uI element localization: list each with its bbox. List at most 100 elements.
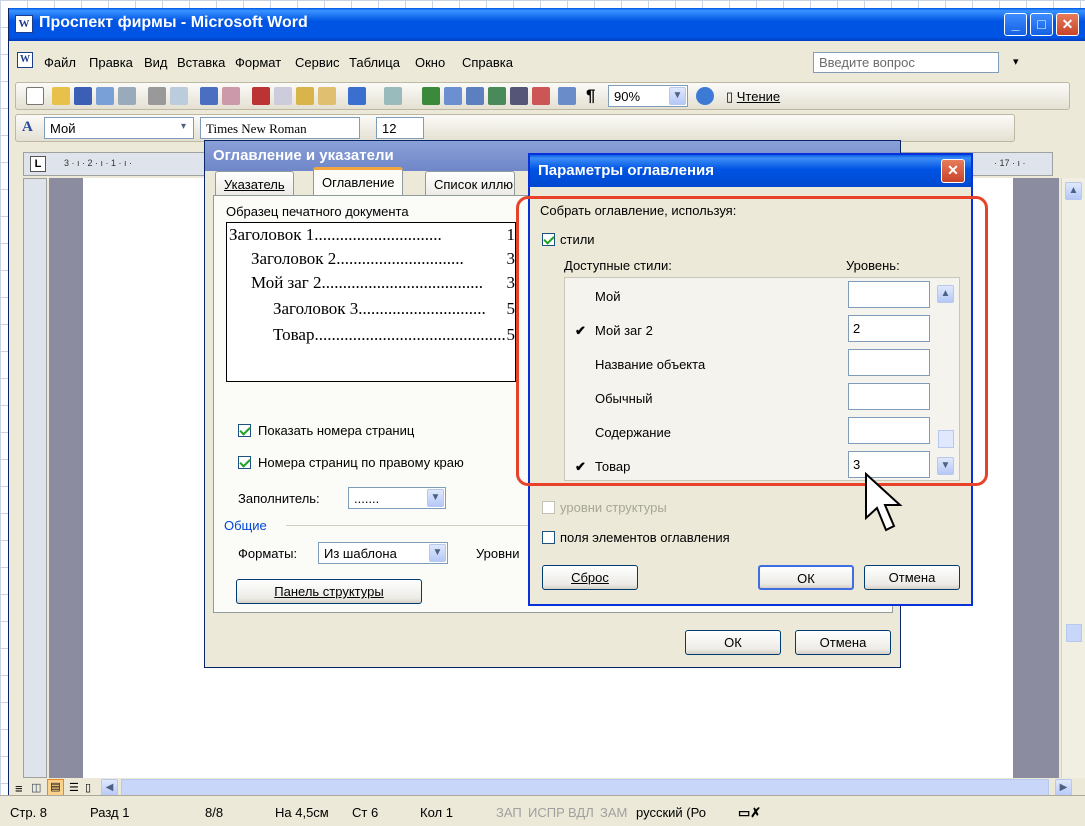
menu-format[interactable]: Формат — [235, 55, 281, 70]
menu-tools[interactable]: Сервис — [295, 55, 340, 70]
redo-icon[interactable] — [384, 87, 402, 105]
show-page-numbers-checkbox[interactable] — [238, 424, 251, 437]
outline-levels-checkbox[interactable] — [542, 501, 555, 514]
normal-view-icon[interactable]: ≡ — [15, 781, 23, 796]
menu-file[interactable]: Файл — [44, 55, 76, 70]
scroll-up-icon[interactable]: ▲ — [1065, 182, 1082, 200]
open-icon[interactable] — [52, 87, 70, 105]
font-select[interactable]: Times New Roman — [200, 117, 360, 139]
email-icon[interactable] — [118, 87, 136, 105]
permission-icon[interactable] — [96, 87, 114, 105]
leader-dropdown-icon[interactable]: ▼ — [427, 489, 444, 507]
styles-formatting-icon[interactable]: A — [22, 119, 33, 136]
word-app-icon: W — [15, 15, 33, 33]
tab-toc-label: Оглавление — [322, 175, 395, 190]
close-window-button[interactable]: ✕ — [1056, 13, 1079, 36]
drawing-icon[interactable] — [532, 87, 550, 105]
insert-table-icon[interactable] — [466, 87, 484, 105]
tab-index[interactable]: Указатель — [215, 171, 294, 195]
tab-figures[interactable]: Список иллю — [425, 171, 515, 195]
reading-label: Чтение — [736, 89, 781, 104]
web-view-icon[interactable]: ◫ — [31, 781, 41, 794]
vertical-ruler[interactable] — [23, 178, 47, 778]
toc-ok-button[interactable]: ОК — [685, 630, 781, 655]
minimize-button[interactable]: _ — [1004, 13, 1027, 36]
style-dropdown-icon[interactable]: ▾ — [175, 119, 192, 137]
font-size-select[interactable]: 12 — [376, 117, 424, 139]
insert-excel-icon[interactable] — [488, 87, 506, 105]
outline-toolbar-button[interactable]: Панель структуры — [236, 579, 422, 604]
pilcrow-icon[interactable]: ¶ — [586, 86, 595, 106]
paste-icon[interactable] — [296, 87, 314, 105]
preview-line: Заголовок 2.............................… — [251, 249, 515, 269]
save-icon[interactable] — [74, 87, 92, 105]
ask-question-input[interactable]: Введите вопрос — [813, 52, 999, 73]
print-view-icon[interactable]: ▤ — [47, 779, 64, 796]
options-ok-button[interactable]: ОК — [758, 565, 854, 590]
formats-value: Из шаблона — [324, 546, 397, 561]
doc-icon[interactable]: W — [17, 52, 33, 68]
tab-toc[interactable]: Оглавление — [313, 167, 404, 195]
options-close-button[interactable]: ✕ — [941, 159, 965, 183]
scroll-thumb[interactable] — [1066, 624, 1082, 642]
zoom-dropdown-icon[interactable]: ▼ — [669, 87, 686, 105]
tables-borders-icon[interactable] — [444, 87, 462, 105]
copy-icon[interactable] — [274, 87, 292, 105]
tab-index-label: Указатель — [224, 177, 285, 192]
preview-line: Мой заг 2...............................… — [251, 273, 515, 293]
font-size-value: 12 — [382, 121, 397, 136]
formats-select[interactable]: Из шаблона ▼ — [318, 542, 448, 564]
undo-icon[interactable] — [348, 87, 366, 105]
highlight-frame — [516, 196, 988, 486]
outline-view-icon[interactable]: ☰ — [69, 781, 79, 794]
formatting-toolbar: A Мой ▾ Times New Roman 12 — [15, 114, 1015, 142]
print-preview: Заголовок 1.............................… — [226, 222, 516, 382]
help-icon[interactable] — [696, 87, 714, 105]
menu-edit[interactable]: Правка — [89, 55, 133, 70]
ruler-numbers: 3 · ı · 2 · ı · 1 · ı · — [64, 158, 133, 168]
maximize-button[interactable]: □ — [1030, 13, 1053, 36]
print-preview-icon[interactable] — [170, 87, 188, 105]
menu-insert[interactable]: Вставка — [177, 55, 225, 70]
cut-icon[interactable] — [252, 87, 270, 105]
preview-line: Заголовок 1.............................… — [229, 225, 515, 245]
zoom-select[interactable]: 90% ▼ — [608, 85, 688, 107]
document-map-icon[interactable] — [558, 87, 576, 105]
leader-select[interactable]: ....... ▼ — [348, 487, 446, 509]
style-select[interactable]: Мой ▾ — [44, 117, 194, 139]
reset-button[interactable]: Сброс — [542, 565, 638, 590]
status-at: На 4,5см — [275, 805, 329, 820]
vertical-scrollbar[interactable]: ▲ — [1061, 178, 1085, 778]
print-icon[interactable] — [148, 87, 166, 105]
reset-label: Сброс — [571, 570, 609, 585]
toc-fields-checkbox[interactable] — [542, 531, 555, 544]
right-align-checkbox[interactable] — [238, 456, 251, 469]
reading-view-icon[interactable]: ▯ — [85, 781, 91, 794]
menu-view[interactable]: Вид — [144, 55, 168, 70]
menu-help[interactable]: Справка — [462, 55, 513, 70]
status-language[interactable]: русский (Ро — [636, 805, 706, 820]
spelling-status-icon[interactable]: ▭✗ — [738, 805, 761, 821]
menu-table[interactable]: Таблица — [349, 55, 400, 70]
hyperlink-icon[interactable] — [422, 87, 440, 105]
research-icon[interactable] — [222, 87, 240, 105]
ask-dropdown-icon[interactable]: ▾ — [1013, 55, 1019, 68]
tab-stop-icon[interactable]: L — [30, 156, 46, 172]
columns-icon[interactable] — [510, 87, 528, 105]
status-trk[interactable]: ИСПР — [528, 805, 565, 820]
spelling-icon[interactable] — [200, 87, 218, 105]
toc-cancel-button[interactable]: Отмена — [795, 630, 891, 655]
status-ext[interactable]: ВДЛ — [568, 805, 594, 820]
status-ovr[interactable]: ЗАМ — [600, 805, 627, 820]
preview-line: Товар...................................… — [273, 325, 515, 345]
status-rec[interactable]: ЗАП — [496, 805, 522, 820]
leader-value: ....... — [354, 491, 380, 506]
options-title: Параметры оглавления — [538, 162, 714, 179]
reading-layout-button[interactable]: ▯ Чтение — [726, 89, 780, 105]
formats-dropdown-icon[interactable]: ▼ — [429, 544, 446, 562]
toc-fields-label: поля элементов оглавления — [560, 530, 730, 545]
menu-window[interactable]: Окно — [415, 55, 445, 70]
format-painter-icon[interactable] — [318, 87, 336, 105]
options-cancel-button[interactable]: Отмена — [864, 565, 960, 590]
new-icon[interactable] — [26, 87, 44, 105]
